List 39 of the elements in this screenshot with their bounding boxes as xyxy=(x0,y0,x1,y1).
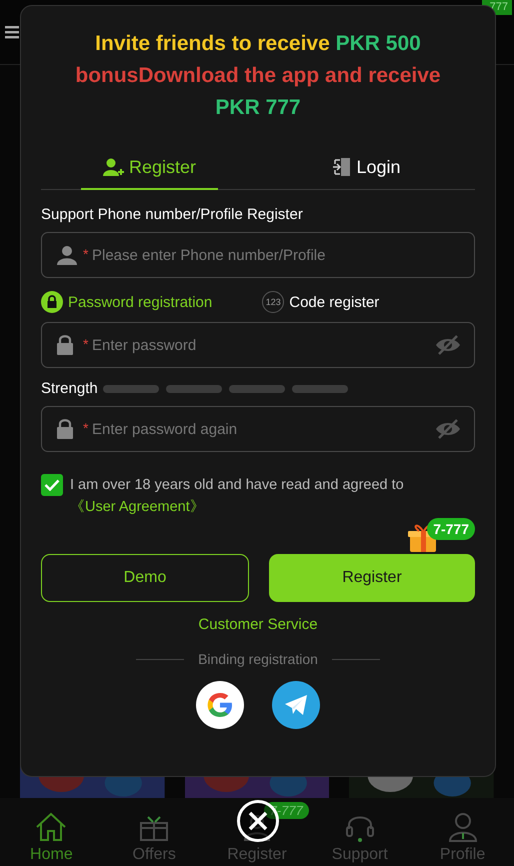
google-logo xyxy=(205,690,235,720)
promo-headline: Invite friends to receive PKR 500 bonusDownload the app and receive PKR 777 xyxy=(74,31,442,121)
strength-meter-segment xyxy=(102,384,159,392)
strength-meter-segment xyxy=(228,384,285,392)
auth-tab[interactable]: Login xyxy=(298,146,435,190)
person-icon xyxy=(57,245,77,265)
register-button[interactable]: Register xyxy=(269,554,475,602)
mode-option[interactable]: 123 Code register xyxy=(262,291,380,313)
lock-icon xyxy=(57,335,73,355)
mode-option[interactable]: Password registration xyxy=(41,291,212,313)
paper-plane-icon xyxy=(284,694,308,716)
eye-slash-icon[interactable] xyxy=(435,334,461,356)
lock-icon xyxy=(41,291,63,313)
field-label: Support Phone number/Profile Register xyxy=(41,206,304,223)
auth-tab[interactable]: Register xyxy=(81,146,218,190)
user-agreement-link[interactable]: 《User Agreement》 xyxy=(70,499,205,515)
nav-tab[interactable]: Home xyxy=(0,798,103,866)
required-mark: * xyxy=(83,336,88,352)
door-icon xyxy=(332,157,352,177)
binding-label: Binding registration xyxy=(198,651,318,667)
close-icon xyxy=(247,810,269,832)
lock-icon xyxy=(57,419,73,439)
person-add-icon xyxy=(102,158,125,176)
strength-label: Strength xyxy=(41,380,98,397)
telegram-login-button[interactable] xyxy=(272,681,320,729)
code-icon: 123 xyxy=(262,291,284,313)
menu-icon[interactable] xyxy=(5,25,19,39)
demo-button[interactable]: Demo xyxy=(41,554,249,602)
agreement-text: I am over 18 years old and have read and agreed to 《User Agreement》 xyxy=(70,476,405,517)
required-mark: * xyxy=(83,246,88,262)
required-mark: * xyxy=(83,420,88,436)
customer-service-link[interactable]: Customer Service xyxy=(198,616,318,633)
google-login-button[interactable] xyxy=(196,681,244,729)
eye-slash-icon[interactable] xyxy=(435,418,461,440)
strength-meter-segment xyxy=(166,384,222,392)
bonus-badge: 7-777 xyxy=(427,518,475,540)
agreement-checkbox[interactable] xyxy=(41,474,63,496)
strength-meter-segment xyxy=(292,384,348,392)
check-icon xyxy=(44,479,60,491)
